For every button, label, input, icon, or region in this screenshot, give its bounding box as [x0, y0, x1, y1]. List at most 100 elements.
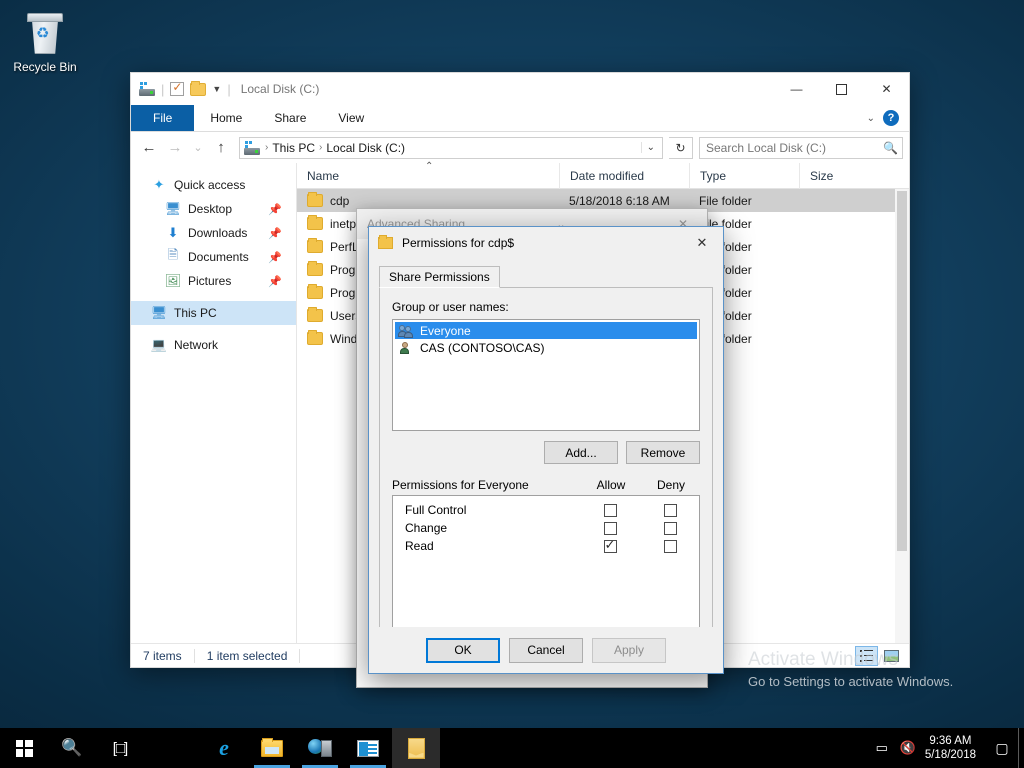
clock-date: 5/18/2018 [924, 749, 976, 761]
permissions-dialog-close-button[interactable]: ✕ [681, 228, 723, 258]
new-folder-icon[interactable] [190, 80, 207, 96]
column-header-date-modified[interactable]: Date modified [559, 162, 689, 189]
downloads-icon: ⬇ [167, 225, 179, 240]
start-button[interactable] [0, 728, 48, 768]
maximize-button[interactable] [819, 73, 864, 105]
task-view-icon: [□] [112, 739, 128, 757]
chevron-down-icon[interactable]: ⌄ [867, 113, 875, 124]
search-button[interactable]: 🔍 [48, 728, 96, 768]
sidebar-item-label: Pictures [188, 274, 232, 288]
read-deny-checkbox[interactable] [663, 539, 677, 553]
drive-properties-icon[interactable] [139, 82, 155, 96]
folder-icon [307, 215, 323, 230]
help-icon[interactable]: ? [883, 110, 899, 126]
cancel-button[interactable]: Cancel [509, 637, 583, 663]
watermark-subtitle: Go to Settings to activate Windows. [748, 674, 954, 689]
server-manager-button[interactable] [296, 728, 344, 768]
breadcrumb-this-pc[interactable]: This PC [269, 141, 318, 155]
full-control-allow-checkbox[interactable] [603, 503, 617, 517]
desktop-icon-recycle-bin[interactable]: ♻ Recycle Bin [6, 6, 84, 75]
status-item-count: 7 items [143, 648, 195, 663]
remove-button[interactable]: Remove [626, 441, 700, 464]
clock[interactable]: 9:36 AM 5/18/2018 [921, 734, 986, 762]
scrollbar-thumb[interactable] [897, 191, 907, 551]
list-item[interactable]: CAS (CONTOSO\CAS) [395, 339, 697, 356]
folder-icon [307, 238, 323, 253]
pin-icon[interactable]: 📌 [268, 203, 282, 216]
large-icons-view-icon [884, 649, 899, 662]
apply-button: Apply [592, 637, 666, 663]
sidebar-item-pictures[interactable]: 🖼 Pictures 📌 [131, 269, 296, 293]
folder-icon [307, 192, 323, 207]
recent-locations-button[interactable]: ⌄ [189, 136, 207, 160]
recycle-bin-icon: ♻ [23, 10, 67, 56]
network-icon: 💻 [150, 337, 168, 352]
file-list-scrollbar[interactable] [895, 189, 909, 643]
users-group-icon [398, 324, 414, 338]
permissions-dialog-footer: OK Cancel Apply [369, 627, 723, 673]
forward-button[interactable]: → [163, 136, 187, 160]
breadcrumb-local-disk[interactable]: Local Disk (C:) [323, 141, 408, 155]
notification-center-icon[interactable]: ▢ [986, 740, 1018, 757]
clock-time: 9:36 AM [929, 735, 972, 747]
group-or-user-names-list[interactable]: Everyone CAS (CONTOSO\CAS) [392, 319, 700, 431]
change-allow-checkbox[interactable] [603, 521, 617, 535]
details-view-button[interactable] [855, 645, 878, 666]
folder-icon [407, 737, 425, 759]
file-explorer-button[interactable] [248, 728, 296, 768]
checkbox-icon[interactable] [170, 80, 185, 96]
sidebar-item-downloads[interactable]: ⬇ Downloads 📌 [131, 221, 296, 245]
minimize-button[interactable]: — [774, 73, 819, 105]
allow-column-header: Allow [596, 478, 626, 492]
ok-button[interactable]: OK [426, 637, 500, 663]
volume-tray-icon[interactable]: 🔇 [895, 740, 921, 756]
pin-icon[interactable]: 📌 [268, 227, 282, 240]
address-bar[interactable]: › This PC › Local Disk (C:) ⌄ [239, 136, 663, 159]
back-button[interactable]: ← [137, 136, 161, 160]
sidebar-item-label: Documents [188, 250, 249, 264]
explorer-window-button[interactable] [392, 728, 440, 768]
show-desktop-button[interactable] [1018, 728, 1024, 768]
column-header-size[interactable]: Size [799, 162, 879, 189]
pin-icon[interactable]: 📌 [268, 251, 282, 264]
tab-view[interactable]: View [322, 105, 380, 131]
change-deny-checkbox[interactable] [663, 521, 677, 535]
folder-icon [307, 330, 323, 345]
folder-icon [307, 261, 323, 276]
up-button[interactable]: ↑ [209, 136, 233, 160]
tab-share-permissions[interactable]: Share Permissions [379, 266, 500, 288]
search-icon[interactable]: 🔍 [883, 141, 898, 155]
read-allow-checkbox[interactable] [603, 537, 617, 553]
customize-caret-icon[interactable]: ▼ [212, 84, 221, 94]
sidebar-item-desktop[interactable]: 🖥 Desktop 📌 [131, 197, 296, 221]
refresh-button[interactable]: ↻ [669, 136, 693, 159]
sidebar-item-network[interactable]: 💻 Network [131, 333, 296, 357]
apps-button[interactable] [344, 728, 392, 768]
server-manager-icon [308, 738, 332, 758]
pictures-icon: 🖼 [164, 273, 182, 288]
permissions-dialog-titlebar: Permissions for cdp$ ✕ [369, 227, 723, 258]
add-button[interactable]: Add... [544, 441, 618, 464]
network-tray-icon[interactable]: ▭ [869, 740, 895, 756]
search-input[interactable]: Search Local Disk (C:) 🔍 [699, 136, 903, 159]
permission-label: Full Control [405, 503, 467, 517]
sidebar-item-quick-access[interactable]: ✦ Quick access [131, 173, 296, 197]
sidebar-item-label: Network [174, 338, 219, 352]
permissions-for-label: Permissions for Everyone [392, 478, 529, 492]
search-icon: 🔍 [61, 738, 83, 757]
tab-home[interactable]: Home [194, 105, 258, 131]
internet-explorer-button[interactable]: e [200, 728, 248, 768]
close-button[interactable]: ✕ [864, 73, 909, 105]
tab-share[interactable]: Share [258, 105, 322, 131]
share-permissions-panel: Group or user names: Everyone CAS (CONTO… [379, 288, 713, 647]
task-view-button[interactable]: [□] [96, 728, 144, 768]
column-header-type[interactable]: Type [689, 162, 799, 189]
tab-file[interactable]: File [131, 105, 195, 131]
list-item[interactable]: Everyone [395, 322, 697, 339]
sidebar-item-documents[interactable]: 🗎 Documents 📌 [131, 245, 296, 269]
sidebar-item-this-pc[interactable]: 🖥 This PC [131, 301, 296, 325]
full-control-deny-checkbox[interactable] [663, 503, 677, 517]
large-icons-view-button[interactable] [880, 646, 903, 666]
pin-icon[interactable]: 📌 [268, 275, 282, 288]
address-dropdown-icon[interactable]: ⌄ [640, 142, 660, 153]
